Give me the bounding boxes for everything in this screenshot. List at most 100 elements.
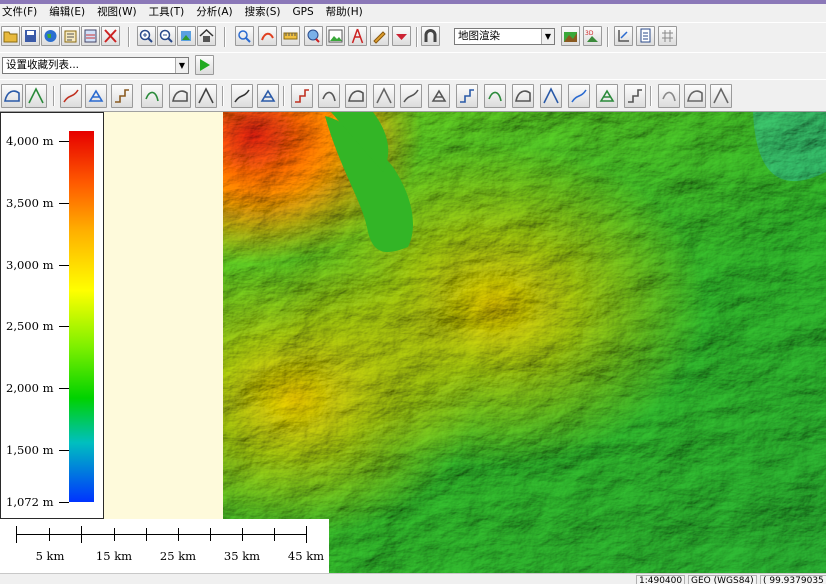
zoom-out-icon — [159, 29, 173, 43]
tower-button[interactable] — [348, 26, 367, 46]
slope-tool-button[interactable] — [318, 84, 340, 108]
draw-grid-button[interactable] — [195, 84, 217, 108]
pan-button[interactable] — [235, 26, 254, 46]
pen-tool-button[interactable] — [291, 84, 313, 108]
menu-view[interactable]: 视图(W) — [97, 4, 143, 20]
draw-polygon-icon — [4, 90, 20, 102]
erase-tool-button[interactable] — [624, 84, 646, 108]
arrow-tool-button[interactable] — [400, 84, 422, 108]
zoom-in-button[interactable] — [137, 26, 156, 46]
ridge-tool-button[interactable] — [540, 84, 562, 108]
elevation-colorbar — [69, 131, 94, 502]
print-icon — [64, 30, 77, 43]
layers-icon — [84, 29, 97, 43]
basin-tool-button[interactable] — [484, 84, 506, 108]
drawing-toolbar — [0, 79, 826, 112]
point-tool-button[interactable] — [231, 84, 253, 108]
globe-button[interactable] — [41, 26, 60, 46]
toolbar-separator — [607, 27, 609, 47]
terrain-3d-icon: 3D — [585, 30, 598, 42]
point-tool-icon — [234, 89, 250, 103]
dropdown-button[interactable] — [392, 26, 411, 46]
menu-analysis[interactable]: 分析(A) — [196, 4, 238, 20]
home-button[interactable] — [197, 26, 216, 46]
profile-tool-icon — [431, 89, 447, 102]
pen-tool-icon — [295, 89, 309, 103]
status-crs: GEO (WGS84) — [688, 575, 757, 584]
toolbar-separator — [416, 27, 418, 47]
go-button[interactable] — [195, 55, 214, 75]
scale-tick — [242, 528, 243, 541]
zoom-out-button[interactable] — [157, 26, 176, 46]
volume-tool-button[interactable] — [512, 84, 534, 108]
export-button[interactable] — [614, 26, 633, 46]
grid-button[interactable] — [658, 26, 677, 46]
scale-label: 45 km — [287, 549, 325, 563]
save-icon — [25, 30, 36, 42]
save-button[interactable] — [21, 26, 40, 46]
draw-pass-button[interactable] — [141, 84, 163, 108]
draw-grid-icon — [198, 87, 214, 104]
chevron-down-icon[interactable]: ▼ — [541, 29, 554, 44]
3d-view-button[interactable] — [561, 26, 580, 46]
search-button[interactable] — [304, 26, 323, 46]
river-tool-button[interactable] — [568, 84, 590, 108]
legend-label: 2,500 m — [6, 319, 54, 333]
menu-search[interactable]: 搜索(S) — [245, 4, 287, 20]
scale-tick — [274, 528, 275, 541]
measure-button[interactable] — [258, 26, 277, 46]
chevron-down-icon[interactable]: ▼ — [175, 58, 188, 73]
menu-gps[interactable]: GPS — [293, 4, 320, 20]
scale-label: 35 km — [223, 549, 261, 563]
smooth-tool-button[interactable] — [596, 84, 618, 108]
3d-icon — [564, 32, 577, 42]
ruler-button[interactable] — [281, 26, 300, 46]
map-canvas[interactable] — [223, 112, 826, 573]
status-coordinates: ( 99.9379035 — [760, 575, 826, 584]
render-mode-select[interactable]: 地图渲染 ▼ — [454, 28, 555, 45]
edit-icon — [373, 31, 386, 44]
svg-text:3D: 3D — [585, 30, 594, 37]
draw-hydro-button[interactable] — [85, 84, 107, 108]
smooth-tool-icon — [599, 89, 615, 102]
undo-tool-button[interactable] — [658, 84, 680, 108]
menu-tools[interactable]: 工具(T) — [149, 4, 191, 20]
draw-step-button[interactable] — [111, 84, 133, 108]
scale-bar: 5 km 15 km 25 km 35 km 45 km — [0, 519, 329, 573]
draw-polygon-button[interactable] — [1, 84, 23, 108]
legend-tick — [59, 141, 69, 142]
redo-tool-button[interactable] — [684, 84, 706, 108]
menu-file[interactable]: 文件(F) — [2, 4, 43, 20]
flow-tool-button[interactable] — [373, 84, 395, 108]
print-button[interactable] — [61, 26, 80, 46]
magnet-button[interactable] — [421, 26, 440, 46]
menu-edit[interactable]: 编辑(E) — [49, 4, 91, 20]
image-icon — [328, 29, 343, 43]
tools-button[interactable] — [101, 26, 120, 46]
layers-button[interactable] — [81, 26, 100, 46]
open-icon — [3, 31, 18, 43]
area-tool-button[interactable] — [456, 84, 478, 108]
3d-terrain-button[interactable]: 3D — [583, 26, 602, 46]
export-icon — [618, 30, 629, 42]
draw-line-edit-button[interactable] — [25, 84, 47, 108]
application-window: 文件(F) 编辑(E) 视图(W) 工具(T) 分析(A) 搜索(S) GPS … — [0, 0, 826, 584]
edit-button[interactable] — [370, 26, 389, 46]
route-tool-button[interactable] — [257, 84, 279, 108]
profile-tool-button[interactable] — [428, 84, 450, 108]
draw-line-edit-icon — [28, 87, 44, 104]
favorites-value: 设置收藏列表... — [6, 59, 80, 71]
image-button[interactable] — [326, 26, 345, 46]
undo-tool-icon — [662, 91, 676, 102]
draw-rotate-button[interactable] — [169, 84, 191, 108]
zoom-layer-button[interactable] — [177, 26, 196, 46]
menu-help[interactable]: 帮助(H) — [326, 4, 369, 20]
favorites-select[interactable]: 设置收藏列表... ▼ — [2, 57, 189, 74]
document-button[interactable] — [636, 26, 655, 46]
open-button[interactable] — [1, 26, 20, 46]
slope-tool-icon — [322, 91, 336, 102]
flip-tool-button[interactable] — [710, 84, 732, 108]
pan-icon — [238, 30, 251, 43]
cut-tool-button[interactable] — [345, 84, 367, 108]
draw-contour-button[interactable] — [60, 84, 82, 108]
